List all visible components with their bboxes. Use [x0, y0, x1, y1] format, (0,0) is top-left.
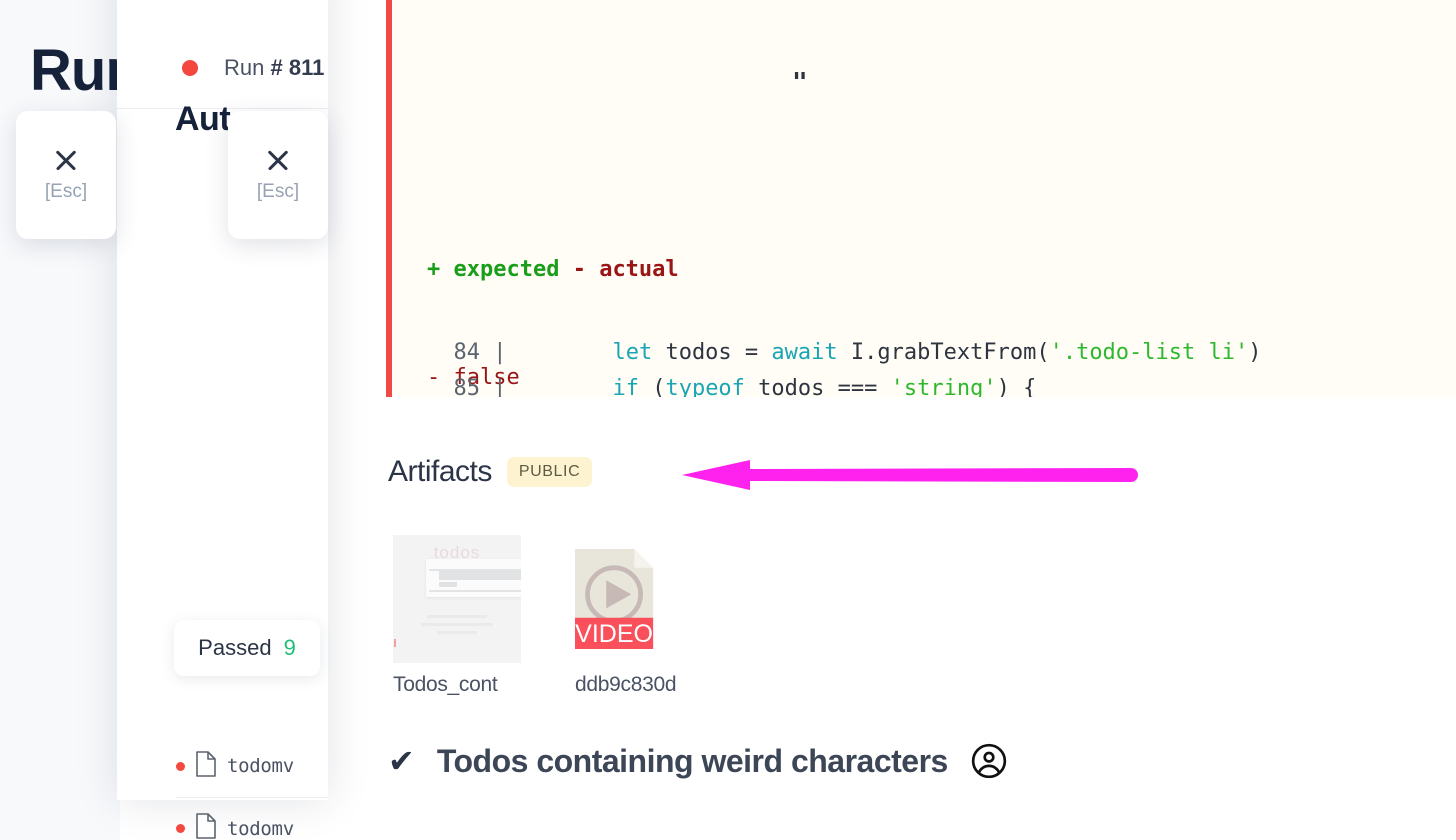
- diff-actual-label: - actual: [572, 257, 679, 282]
- annotation-arrow: [682, 460, 1138, 490]
- code-token: todos =: [652, 340, 772, 365]
- app-root: Run " + expected - actual - false + true…: [0, 0, 1456, 840]
- code-token: I.grabTextFrom(: [837, 340, 1050, 365]
- file-icon: [195, 750, 217, 782]
- screenshot-text-block: [439, 582, 457, 587]
- artifacts-header: Artifacts PUBLIC: [388, 455, 593, 489]
- code-line-number: 85: [427, 376, 494, 397]
- artifacts-visibility-badge: PUBLIC: [506, 457, 593, 487]
- passed-label: Passed: [198, 635, 272, 660]
- diff-header-space: [559, 257, 572, 282]
- code-token: (: [638, 376, 666, 397]
- file-name: todomv: [227, 755, 294, 777]
- code-token: ): [1248, 340, 1262, 365]
- screenshot-text-block: [439, 571, 521, 580]
- artifact-video-thumbnail[interactable]: VIDEO: [575, 535, 703, 663]
- file-icon: [195, 813, 217, 840]
- code-line-gutter: |: [493, 340, 613, 365]
- code-token: ) {: [996, 376, 1037, 397]
- code-token: typeof: [665, 376, 745, 397]
- run-label-id: # 811: [270, 55, 325, 80]
- panel-title: Aut: [175, 100, 231, 138]
- screenshot-footer-line: [437, 631, 477, 634]
- code-line: 84 | let todos = await I.grabTextFrom('.…: [427, 335, 1262, 371]
- code-line-gutter: |: [493, 376, 613, 397]
- code-line: 85 | if (typeof todos === 'string') {: [427, 371, 1262, 397]
- close-icon: [53, 147, 79, 173]
- screenshot-line: [429, 590, 521, 592]
- close-panel-button-right[interactable]: [Esc]: [228, 111, 328, 239]
- screenshot-marker: [394, 639, 396, 647]
- code-token: 'string': [890, 376, 997, 397]
- test-file-item[interactable]: todomv: [176, 735, 328, 797]
- code-token: todos ===: [744, 376, 891, 397]
- artifact-label: Todos_cont: [393, 673, 498, 696]
- artifacts-list: todos Todos_cont VIDEO ddb9c830d: [393, 535, 703, 697]
- run-label: Run # 811: [224, 55, 324, 81]
- close-panel-button-left[interactable]: [Esc]: [16, 111, 116, 239]
- artifact-item[interactable]: VIDEO ddb9c830d: [575, 535, 703, 697]
- check-icon: ✔: [388, 743, 415, 779]
- code-token: if: [612, 376, 639, 397]
- code-token: await: [771, 340, 838, 365]
- test-name: Todos containing weird characters: [436, 742, 949, 779]
- code-line-number: 84: [427, 340, 494, 365]
- close-hint: [Esc]: [44, 181, 88, 202]
- passed-badge[interactable]: Passed 9: [174, 620, 320, 676]
- run-status-dot: [182, 60, 198, 76]
- run-label-prefix: Run: [224, 55, 271, 80]
- screenshot-footer-line: [421, 623, 493, 626]
- quote-mark: ": [792, 68, 808, 98]
- close-icon: [265, 147, 291, 173]
- code-token: '.todo-list li': [1049, 340, 1249, 365]
- file-status-dot: [176, 761, 185, 771]
- passed-count: 9: [283, 635, 296, 660]
- run-identifier: Run # 811: [182, 55, 324, 81]
- source-code-lines: 84 | let todos = await I.grabTextFrom('.…: [427, 335, 1262, 397]
- user-circle-icon[interactable]: [970, 742, 1008, 780]
- video-file-icon: VIDEO: [575, 549, 654, 649]
- artifact-screenshot-thumbnail[interactable]: todos: [393, 535, 521, 663]
- file-name: todomv: [227, 817, 294, 840]
- close-hint: [Esc]: [256, 181, 300, 202]
- test-file-item[interactable]: todomv: [176, 797, 328, 840]
- artifact-item[interactable]: todos Todos_cont: [393, 535, 521, 697]
- artifact-label: ddb9c830d: [575, 673, 677, 696]
- file-status-dot: [176, 824, 185, 833]
- test-file-list: todomv todomv: [176, 735, 328, 840]
- diff-header-row: + expected - actual: [427, 252, 679, 288]
- screenshot-preview: todos: [393, 535, 521, 663]
- code-token: let: [612, 340, 653, 365]
- artifacts-title: Artifacts: [388, 455, 492, 488]
- diff-expected-label: + expected: [427, 257, 560, 282]
- test-result-row[interactable]: ✔ Todos containing weird characters: [388, 742, 1008, 780]
- svg-text:VIDEO: VIDEO: [575, 620, 653, 648]
- screenshot-footer-line: [427, 615, 487, 618]
- error-code-panel: " + expected - actual - false + true 84 …: [386, 0, 1456, 397]
